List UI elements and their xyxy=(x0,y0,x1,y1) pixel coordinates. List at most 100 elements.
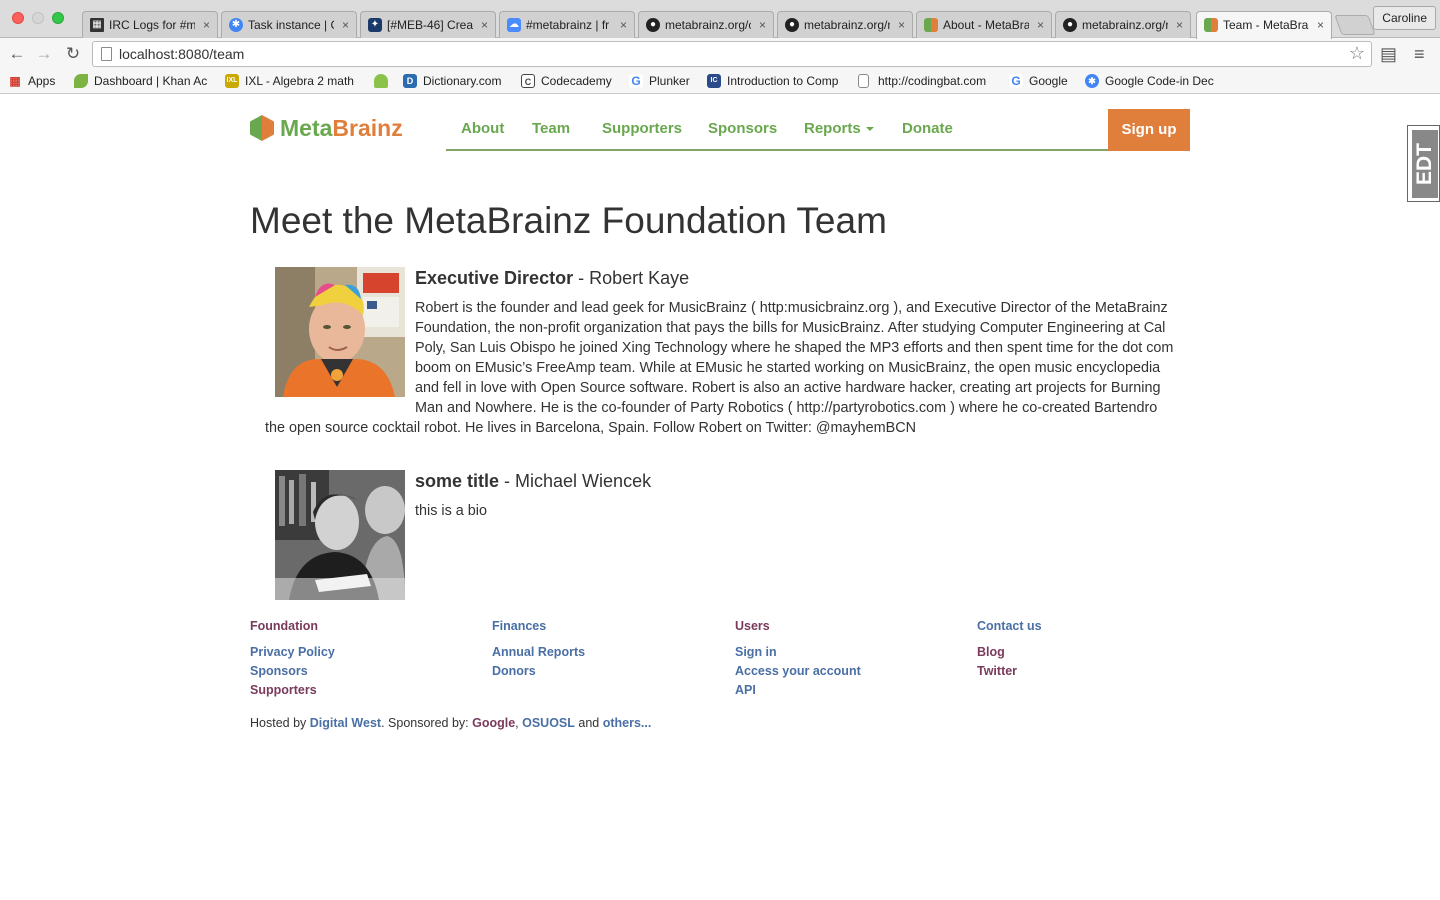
footer-link-donors[interactable]: Donors xyxy=(492,662,732,681)
profile-button[interactable]: Caroline xyxy=(1373,6,1436,30)
signup-button[interactable]: Sign up xyxy=(1108,109,1190,151)
tab-close-icon[interactable]: × xyxy=(1317,12,1324,38)
robert-kaye-photo xyxy=(275,267,405,397)
edt-label: EDT xyxy=(1413,143,1436,185)
footer-col-foundation: Foundation Privacy Policy Sponsors Suppo… xyxy=(250,618,490,700)
google-icon: G xyxy=(1009,74,1023,88)
member-name: Robert Kaye xyxy=(589,268,690,288)
bookmark-android[interactable] xyxy=(374,70,394,94)
bookmark-google[interactable]: G Google xyxy=(1009,70,1068,94)
browser-tabstrip: ▦ IRC Logs for #m × ✱ Task instance | G … xyxy=(0,0,1440,39)
tab-close-icon[interactable]: × xyxy=(620,12,627,38)
footer-heading-finances[interactable]: Finances xyxy=(492,618,732,634)
bookmark-codingbat[interactable]: http://codingbat.com xyxy=(858,70,994,94)
new-tab-button[interactable] xyxy=(1334,15,1376,35)
browser-tab-active[interactable]: Team - MetaBrai × xyxy=(1196,11,1332,39)
back-arrow-icon[interactable]: ← xyxy=(6,43,28,65)
footer-link-sign-in[interactable]: Sign in xyxy=(735,643,975,662)
tab-close-icon[interactable]: × xyxy=(481,12,488,38)
footer-link-api[interactable]: API xyxy=(735,681,975,700)
bookmark-ixl[interactable]: IXL IXL - Algebra 2 math xyxy=(225,70,361,94)
bookmark-google-codein[interactable]: ✱ Google Code-in Dec xyxy=(1085,70,1217,94)
menu-icon[interactable]: ≡ xyxy=(1414,43,1425,65)
apps-grid-icon: ▦ xyxy=(9,74,21,88)
github-favicon: ● xyxy=(1063,18,1077,32)
browser-tab[interactable]: ✦ [#MEB-46] Crea × xyxy=(360,11,496,38)
nav-about[interactable]: About xyxy=(461,110,504,148)
footer-link-twitter[interactable]: Twitter xyxy=(977,662,1217,681)
bookmark-dictionary[interactable]: D Dictionary.com xyxy=(403,70,501,94)
nav-sponsors[interactable]: Sponsors xyxy=(708,110,777,148)
browser-tab[interactable]: About - MetaBra × xyxy=(916,11,1052,38)
course-icon: IC xyxy=(707,74,721,88)
hosted-by-line: Hosted by Digital West. Sponsored by: Go… xyxy=(250,716,652,730)
link-others[interactable]: others... xyxy=(603,716,652,730)
footer-col-users: Users Sign in Access your account API xyxy=(735,618,975,700)
footer-heading-foundation[interactable]: Foundation xyxy=(250,618,490,634)
bookmarks-bar: ▦ Apps Dashboard | Khan Ac IXL IXL - Alg… xyxy=(0,70,1440,94)
github-favicon: ● xyxy=(646,18,660,32)
browser-tab[interactable]: ● metabrainz.org/r × xyxy=(777,11,913,38)
footer-link-supporters[interactable]: Supporters xyxy=(250,681,490,700)
android-icon xyxy=(374,74,388,88)
bookmark-khan[interactable]: Dashboard | Khan Ac xyxy=(74,70,210,94)
browser-toolbar: ← → ↻ localhost:8080/team ☆ ▤ ≡ xyxy=(0,38,1440,70)
extension-icon[interactable]: ▤ xyxy=(1380,43,1397,65)
bookmark-star-icon[interactable]: ☆ xyxy=(1349,42,1365,64)
member-separator: - xyxy=(499,471,516,491)
tab-close-icon[interactable]: × xyxy=(898,12,905,38)
dictionary-icon: D xyxy=(403,74,417,88)
link-google[interactable]: Google xyxy=(472,716,515,730)
google-codein-icon: ✱ xyxy=(1085,74,1099,88)
tab-close-icon[interactable]: × xyxy=(1037,12,1044,38)
tab-close-icon[interactable]: × xyxy=(203,12,210,38)
codecademy-icon: C xyxy=(521,74,535,88)
link-osuosl[interactable]: OSUOSL xyxy=(522,716,575,730)
footer-heading-users[interactable]: Users xyxy=(735,618,975,634)
browser-tab[interactable]: ☁ #metabrainz | fr × xyxy=(499,11,635,38)
nav-reports-dropdown[interactable]: Reports xyxy=(804,110,874,148)
google-icon: G xyxy=(629,74,643,88)
member-role: some title xyxy=(415,471,500,491)
google-codein-favicon: ✱ xyxy=(229,18,243,32)
browser-tab[interactable]: ● metabrainz.org/c × xyxy=(638,11,774,38)
footer-link-sponsors[interactable]: Sponsors xyxy=(250,662,490,681)
page: MetaBrainz About Team Supporters Sponsor… xyxy=(0,95,1440,900)
link-digital-west[interactable]: Digital West xyxy=(310,716,381,730)
nav-donate[interactable]: Donate xyxy=(902,110,953,148)
address-url[interactable]: localhost:8080/team xyxy=(119,42,244,66)
reload-icon[interactable]: ↻ xyxy=(62,43,84,65)
tab-close-icon[interactable]: × xyxy=(759,12,766,38)
footer-link-access-account[interactable]: Access your account xyxy=(735,662,975,681)
browser-tab[interactable]: ✱ Task instance | G × xyxy=(221,11,357,38)
member-role: Executive Director xyxy=(415,268,574,288)
footer-link-blog[interactable]: Blog xyxy=(977,643,1217,662)
tab-close-icon[interactable]: × xyxy=(1176,12,1183,38)
address-bar[interactable]: localhost:8080/team ☆ xyxy=(92,41,1372,67)
browser-tab[interactable]: ▦ IRC Logs for #m × xyxy=(82,11,218,38)
browser-tab[interactable]: ● metabrainz.org/r × xyxy=(1055,11,1191,38)
edt-side-tab[interactable]: EDT xyxy=(1407,125,1440,202)
bookmark-codecademy[interactable]: C Codecademy xyxy=(521,70,612,94)
bookmark-intro-comp[interactable]: IC Introduction to Comp xyxy=(707,70,847,94)
window-zoom-button[interactable] xyxy=(52,12,64,24)
nav-team[interactable]: Team xyxy=(532,110,570,148)
tab-close-icon[interactable]: × xyxy=(342,12,349,38)
footer-col-contact: Contact us Blog Twitter xyxy=(977,618,1217,681)
window-minimize-button[interactable] xyxy=(32,12,44,24)
jira-favicon: ✦ xyxy=(368,18,382,32)
ixl-icon: IXL xyxy=(225,74,239,88)
footer-col-finances: Finances Annual Reports Donors xyxy=(492,618,732,681)
forward-arrow-icon[interactable]: → xyxy=(33,43,55,65)
page-icon xyxy=(101,47,112,61)
window-close-button[interactable] xyxy=(12,12,24,24)
bookmark-plunker[interactable]: G Plunker xyxy=(629,70,690,94)
main-nav: About Team Supporters Sponsors Reports D… xyxy=(446,109,1190,151)
footer-link-privacy-policy[interactable]: Privacy Policy xyxy=(250,643,490,662)
metabrainz-logo-icon xyxy=(250,115,274,141)
bookmark-apps[interactable]: ▦ Apps xyxy=(8,70,55,94)
footer-heading-contact[interactable]: Contact us xyxy=(977,618,1217,634)
github-favicon: ● xyxy=(785,18,799,32)
nav-supporters[interactable]: Supporters xyxy=(602,110,682,148)
footer-link-annual-reports[interactable]: Annual Reports xyxy=(492,643,732,662)
